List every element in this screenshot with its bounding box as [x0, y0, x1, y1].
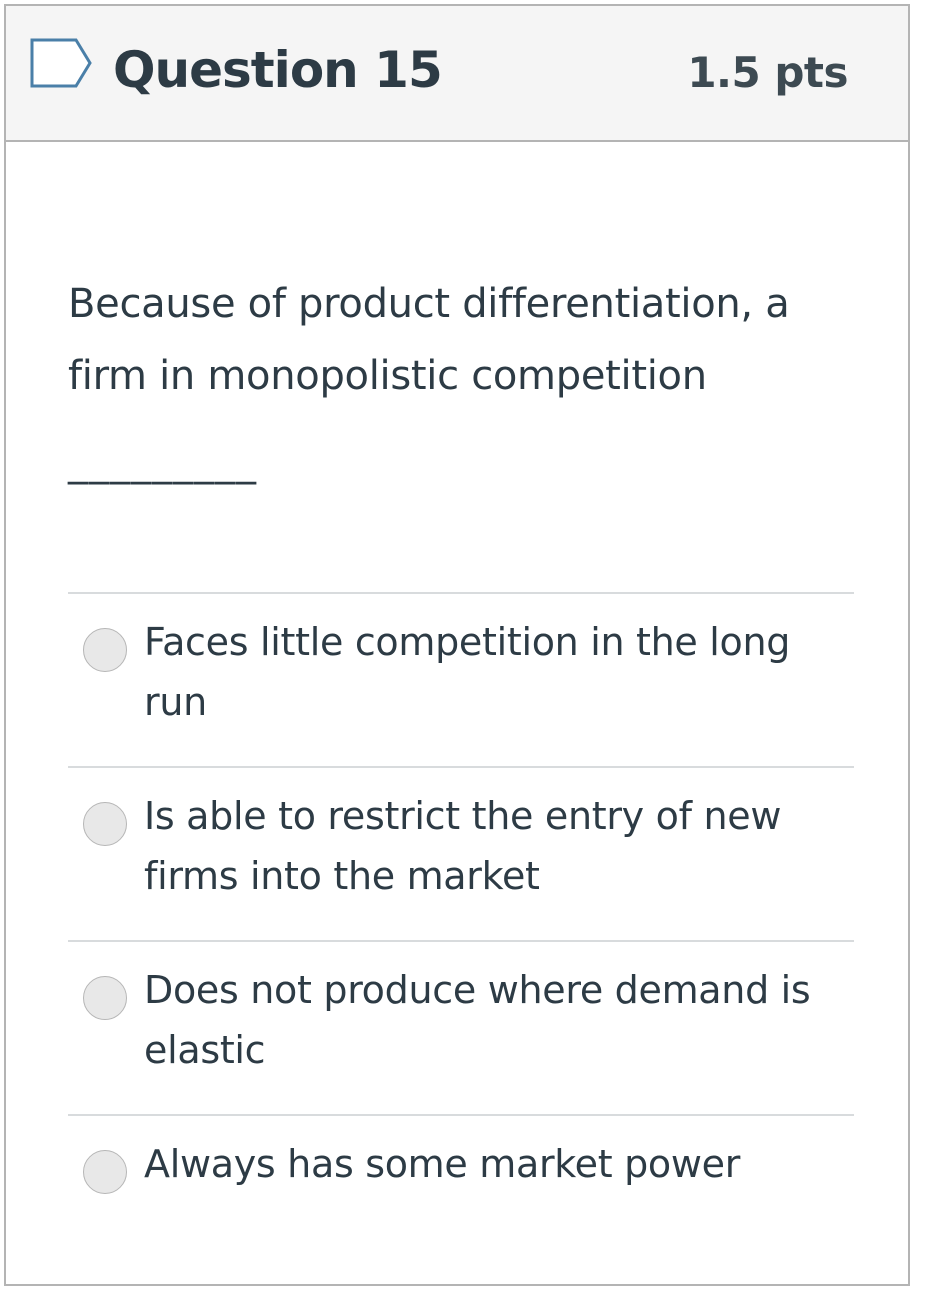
answer-option[interactable]: Does not produce where demand is elastic — [68, 940, 854, 1114]
flag-outline-icon — [30, 38, 92, 88]
flag-question-button[interactable] — [30, 38, 92, 88]
radio-button[interactable] — [83, 1150, 127, 1194]
radio-button[interactable] — [83, 976, 127, 1020]
radio-button[interactable] — [83, 802, 127, 846]
question-blank: _________ — [68, 439, 257, 485]
radio-button[interactable] — [83, 628, 127, 672]
answer-label[interactable]: Always has some market power — [144, 1134, 834, 1194]
answer-option[interactable]: Is able to restrict the entry of new fir… — [68, 766, 854, 940]
answer-option[interactable]: Always has some market power — [68, 1114, 854, 1264]
question-header: Question 15 1.5 pts — [6, 6, 908, 142]
question-points: 1.5 pts — [687, 48, 848, 97]
answer-label[interactable]: Is able to restrict the entry of new fir… — [144, 786, 834, 906]
answer-option[interactable]: Faces little competition in the long run — [68, 592, 854, 766]
question-title: Question 15 — [113, 41, 443, 99]
question-card: Question 15 1.5 pts Because of product d… — [4, 4, 910, 1286]
answer-list: Faces little competition in the long run… — [68, 592, 854, 1264]
answer-label[interactable]: Faces little competition in the long run — [144, 612, 834, 732]
answer-label[interactable]: Does not produce where demand is elastic — [144, 960, 834, 1080]
question-text: Because of product differentiation, a fi… — [68, 281, 790, 399]
